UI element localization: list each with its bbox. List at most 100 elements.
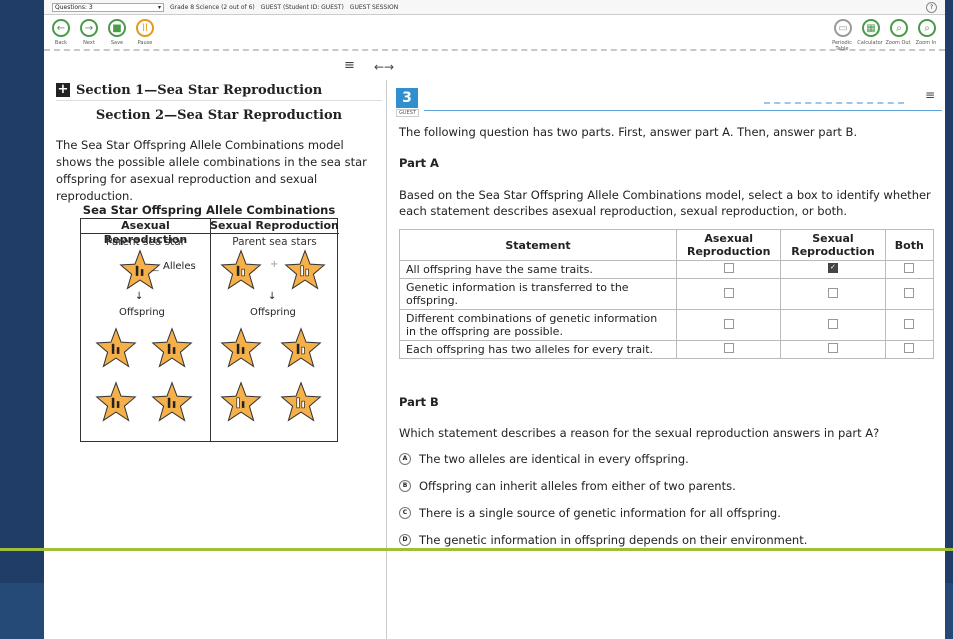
periodic-table-icon[interactable]: ▭: [834, 19, 852, 37]
offspring-star-icon: [220, 381, 262, 422]
question-select[interactable]: Questions: 3 ▾: [52, 2, 164, 12]
question-menu-icon[interactable]: ≡: [925, 88, 935, 102]
presentation-frame-left: [0, 0, 44, 639]
offspring-star-icon: [220, 327, 262, 368]
next-label: Next: [83, 40, 95, 46]
test-info: Grade 8 Science (2 out of 6): [170, 3, 255, 11]
table-row: Different combinations of genetic inform…: [398, 309, 935, 341]
resize-panes-icon[interactable]: ←→: [374, 60, 394, 74]
session-info: GUEST SESSION: [349, 3, 399, 11]
table-row: All offspring have the same traits.: [398, 260, 935, 279]
checkbox[interactable]: [904, 343, 915, 353]
checkbox[interactable]: [827, 318, 838, 329]
back-label: Back: [54, 40, 68, 46]
header-sexual: Sexual Reproduction: [780, 229, 886, 261]
student-info: GUEST (Student ID: GUEST): [260, 3, 344, 11]
next-icon[interactable]: →: [80, 19, 98, 37]
expand-icon[interactable]: +: [56, 83, 70, 97]
offspring-star-icon: [151, 327, 193, 368]
help-icon[interactable]: ?: [926, 2, 937, 13]
radio-bubble[interactable]: B: [399, 480, 411, 492]
checkbox[interactable]: [723, 263, 734, 273]
toolbar: ← Back → Next ■ Save ll Pause ▭ Periodic…: [44, 15, 945, 52]
calculator-icon[interactable]: ▦: [862, 19, 880, 37]
plus-sign: +: [270, 259, 279, 270]
both-checkbox-cell[interactable]: [884, 260, 935, 279]
question-number: 3: [396, 88, 418, 108]
checkbox[interactable]: [723, 287, 734, 298]
option-d[interactable]: D The genetic information in offspring d…: [399, 533, 807, 547]
allele-model-figure: Asexual Reproduction Parent sea star All…: [80, 218, 339, 442]
pause-icon[interactable]: ll: [136, 19, 154, 37]
both-checkbox-cell[interactable]: [884, 278, 935, 310]
zoom-out-label: Zoom Out: [885, 40, 911, 46]
table-header-row: Statement Asexual Reproduction Sexual Re…: [398, 229, 935, 261]
save-icon[interactable]: ■: [108, 19, 126, 37]
radio-bubble[interactable]: A: [399, 453, 411, 465]
offspring-star-icon: [95, 327, 137, 368]
asexual-column: Asexual Reproduction Parent sea star All…: [81, 219, 211, 441]
checkbox[interactable]: [904, 287, 915, 298]
test-app-window: Questions: 3 ▾ Grade 8 Science (2 out of…: [44, 0, 945, 639]
checkbox[interactable]: [827, 287, 838, 298]
part-b-prompt: Which statement describes a reason for t…: [399, 426, 880, 440]
table-row: Each offspring has two alleles for every…: [398, 340, 935, 359]
checkbox[interactable]: [723, 343, 734, 353]
sexual-column: Sexual Reproduction Parent sea stars + ↓…: [210, 219, 339, 441]
table-row: Genetic information is transferred to th…: [398, 278, 935, 310]
option-text: The two alleles are identical in every o…: [419, 452, 689, 466]
checkbox[interactable]: [723, 318, 734, 329]
radio-bubble[interactable]: D: [399, 534, 411, 546]
radio-bubble[interactable]: C: [399, 507, 411, 519]
both-checkbox-cell[interactable]: [884, 340, 935, 359]
save-label: Save: [110, 40, 124, 46]
guest-tag: GUEST: [396, 109, 419, 117]
top-bar: Questions: 3 ▾ Grade 8 Science (2 out of…: [44, 0, 945, 15]
back-icon[interactable]: ←: [52, 19, 70, 37]
header-asexual: Asexual Reproduction: [676, 229, 782, 261]
calculator-label: Calculator: [857, 40, 883, 46]
part-a-prompt: Based on the Sea Star Offspring Allele C…: [399, 188, 931, 218]
section1-header[interactable]: + Section 1—Sea Star Reproduction: [56, 80, 382, 101]
alleles-pointer: —: [151, 266, 159, 275]
section1-title: Section 1—Sea Star Reproduction: [76, 82, 323, 98]
both-checkbox-cell[interactable]: [884, 309, 935, 341]
zoom-in-icon[interactable]: ⌕: [918, 19, 936, 37]
statement-cell: Different combinations of genetic inform…: [398, 309, 678, 341]
sexual-header: Sexual Reproduction: [210, 219, 339, 234]
sexual-checkbox-cell[interactable]: [780, 260, 886, 279]
question-pane: 3 GUEST ≡ The following question has two…: [394, 88, 945, 639]
parent-sea-star-icon: [220, 249, 262, 290]
option-text: Offspring can inherit alleles from eithe…: [419, 479, 736, 493]
pause-label: Pause: [137, 40, 153, 46]
checkbox[interactable]: [904, 318, 915, 329]
zoom-out-icon[interactable]: ⌕: [890, 19, 908, 37]
option-a[interactable]: A The two alleles are identical in every…: [399, 452, 689, 466]
option-b[interactable]: B Offspring can inherit alleles from eit…: [399, 479, 736, 493]
checkbox[interactable]: [827, 343, 838, 353]
checkbox-checked[interactable]: [827, 263, 838, 273]
down-arrow-icon: ↓: [135, 291, 144, 302]
asexual-offspring-label: Offspring: [119, 307, 165, 318]
sexual-checkbox-cell[interactable]: [780, 309, 886, 341]
asexual-checkbox-cell[interactable]: [676, 260, 782, 279]
header-both: Both: [884, 229, 935, 261]
periodic-table-label: Periodic Table: [832, 40, 852, 52]
intro-text: The Sea Star Offspring Allele Combinatio…: [56, 138, 367, 203]
asexual-checkbox-cell[interactable]: [676, 340, 782, 359]
question-divider: [424, 110, 942, 111]
header-statement: Statement: [398, 229, 678, 261]
offspring-star-icon: [280, 327, 322, 368]
model-title: Sea Star Offspring Allele Combinations: [82, 203, 336, 217]
passage-menu-icon[interactable]: ≡: [344, 58, 355, 73]
sexual-checkbox-cell[interactable]: [780, 278, 886, 310]
sexual-offspring-label: Offspring: [250, 307, 296, 318]
statement-cell: All offspring have the same traits.: [398, 260, 678, 279]
asexual-checkbox-cell[interactable]: [676, 309, 782, 341]
asexual-checkbox-cell[interactable]: [676, 278, 782, 310]
sexual-checkbox-cell[interactable]: [780, 340, 886, 359]
statement-cell: Genetic information is transferred to th…: [398, 278, 678, 310]
option-c[interactable]: C There is a single source of genetic in…: [399, 506, 781, 520]
instructions: The following question has two parts. Fi…: [399, 125, 858, 139]
checkbox[interactable]: [904, 263, 915, 273]
